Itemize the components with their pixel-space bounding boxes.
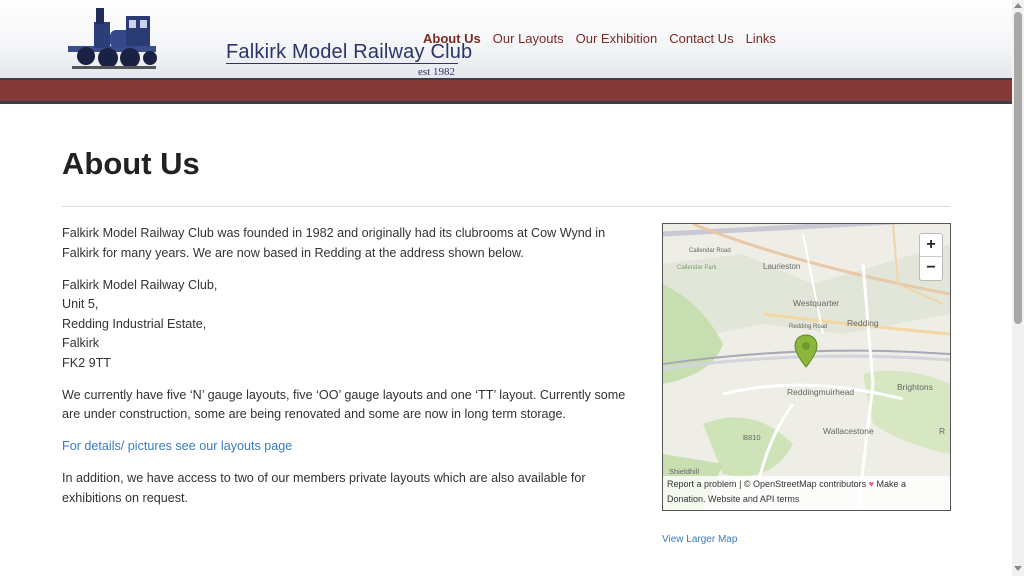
osm-copyright-link[interactable]: © OpenStreetMap contributors <box>744 479 866 489</box>
title-divider <box>62 206 950 207</box>
locomotive-icon <box>68 8 157 69</box>
address-line: Unit 5, <box>62 297 99 311</box>
zoom-in-button[interactable]: + <box>920 234 942 257</box>
nav-about-us[interactable]: About Us <box>423 31 481 46</box>
layouts-page-link[interactable]: For details/ pictures see our layouts pa… <box>62 439 292 453</box>
site-logo[interactable]: Falkirk Model Railway Club est 1982 <box>66 6 472 78</box>
map-label-brightons: Brightons <box>897 382 933 392</box>
attribution-separator: | <box>739 479 742 489</box>
private-layouts-paragraph: In addition, we have access to two of ou… <box>62 471 586 505</box>
map-attribution: Report a problem | © OpenStreetMap contr… <box>663 476 950 510</box>
map-label-redding-road: Redding Road <box>789 324 828 330</box>
scroll-thumb[interactable] <box>1014 12 1022 324</box>
map-zoom-control: + − <box>919 233 943 281</box>
intro-paragraph: Falkirk Model Railway Club was founded i… <box>62 226 606 260</box>
view-larger-map-link[interactable]: View Larger Map <box>662 534 737 545</box>
report-problem-link[interactable]: Report a problem <box>667 479 737 489</box>
main-nav: About Us Our Layouts Our Exhibition Cont… <box>423 31 776 46</box>
map-label-b810: B810 <box>743 433 761 442</box>
scroll-up-arrow-icon[interactable] <box>1014 3 1022 8</box>
address-line: Redding Industrial Estate, <box>62 316 207 331</box>
page-title: About Us <box>62 146 200 181</box>
layouts-paragraph: We currently have five ‘N’ gauge layouts… <box>62 387 626 422</box>
address-line: Falkirk Model Railway Club, <box>62 277 218 292</box>
map-label-redding: Redding <box>847 318 879 328</box>
nav-links[interactable]: Links <box>746 31 776 46</box>
map-label-r: R <box>939 426 946 436</box>
api-terms-link[interactable]: Website and API terms <box>708 494 799 504</box>
address-block: Falkirk Model Railway Club, Unit 5, Redd… <box>62 276 642 374</box>
address-line: Falkirk <box>62 336 100 350</box>
location-map[interactable]: Laurieston Westquarter Redding Brightons… <box>662 223 951 511</box>
main-content: Falkirk Model Railway Club was founded i… <box>62 224 642 521</box>
nav-contact-us[interactable]: Contact Us <box>669 31 733 46</box>
map-label-callendar-park: Callendar Park <box>677 265 717 271</box>
map-label-westquarter: Westquarter <box>793 298 840 308</box>
map-label-callendar-road: Callendar Road <box>689 248 731 254</box>
header-accent-bar <box>0 80 1012 104</box>
logo-est: est 1982 <box>418 66 455 78</box>
zoom-out-button[interactable]: − <box>920 257 942 280</box>
map-label-laurieston: Laurieston <box>763 262 801 271</box>
map-marker-icon[interactable] <box>794 334 818 368</box>
map-label-wallacestone: Wallacestone <box>823 426 874 436</box>
logo-underline <box>226 63 458 64</box>
map-label-reddingmuirhead: Reddingmuirhead <box>787 387 855 397</box>
map-label-shieldhill: Shieldhill <box>669 467 700 476</box>
address-line: FK2 9TT <box>62 355 111 370</box>
nav-our-exhibition[interactable]: Our Exhibition <box>576 31 658 46</box>
scroll-down-arrow-icon[interactable] <box>1014 566 1022 571</box>
nav-our-layouts[interactable]: Our Layouts <box>493 31 564 46</box>
heart-icon: ♥ <box>868 479 874 489</box>
